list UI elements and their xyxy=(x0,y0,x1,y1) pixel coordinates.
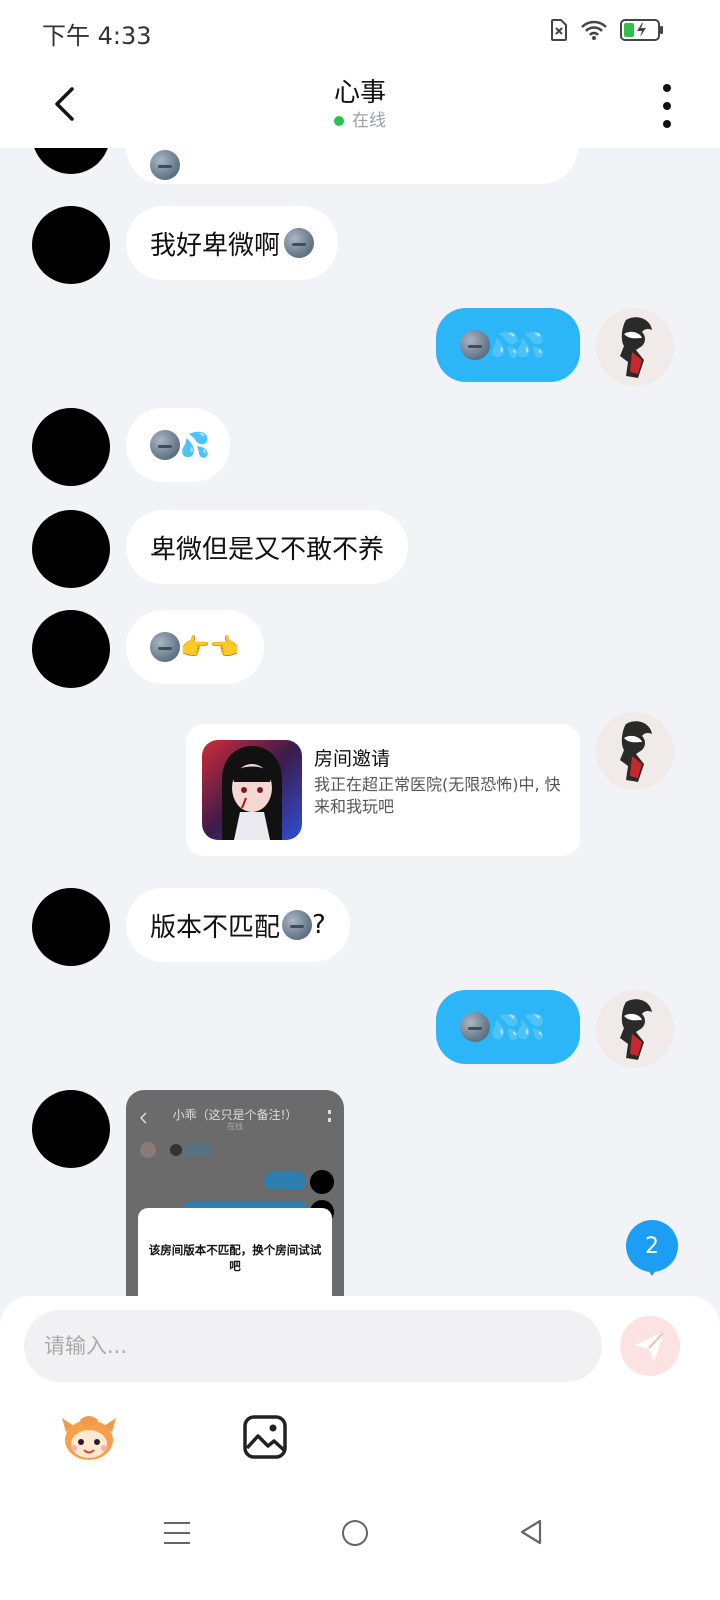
my-avatar[interactable] xyxy=(596,308,674,386)
room-invite-title: 房间邀请 xyxy=(314,748,391,770)
menu-icon[interactable] xyxy=(164,1522,190,1544)
moon-emoji xyxy=(150,632,180,662)
send-icon xyxy=(635,1332,664,1360)
game-character-image xyxy=(222,746,282,840)
home-icon[interactable] xyxy=(342,1520,368,1546)
contact-avatar[interactable] xyxy=(32,1090,110,1168)
message-bubble-right[interactable]: 💦💦 xyxy=(436,990,580,1064)
status-icons xyxy=(550,18,664,42)
battery-charging-icon xyxy=(620,19,663,41)
anime-avatar-image xyxy=(596,308,674,386)
room-invite-card[interactable]: 房间邀请 我正在超正常医院(无限恐怖)中, 快来和我玩吧 xyxy=(186,724,580,856)
screenshot-more-icon xyxy=(328,1110,334,1122)
mascot-icon xyxy=(62,1416,116,1460)
screenshot-avatar xyxy=(140,1142,156,1158)
message-input[interactable] xyxy=(24,1310,602,1382)
contact-avatar[interactable] xyxy=(32,408,110,486)
chat-header: 心事 在线 xyxy=(0,64,720,148)
message-text: 版本不匹配 xyxy=(150,912,281,943)
message-bubble-left[interactable]: 卑微但是又不敢不养 xyxy=(126,510,409,584)
more-dot xyxy=(663,120,671,128)
screenshot-drops xyxy=(184,1144,212,1156)
unread-count-badge[interactable]: 2 xyxy=(626,1220,678,1276)
message-bubble-left[interactable]: 💦 xyxy=(126,408,230,482)
sweat-drops-emoji: 💦💦 xyxy=(490,1013,546,1041)
screenshot-bubble xyxy=(264,1172,306,1190)
status-time: 下午 4:33 xyxy=(42,22,152,50)
more-dot xyxy=(663,102,671,110)
online-status: 在线 xyxy=(0,106,720,131)
sweat-drops-emoji: 💦 xyxy=(180,431,210,459)
sim-off-icon xyxy=(551,19,567,41)
pointing-hands-emoji: 👉👈 xyxy=(180,633,240,661)
my-avatar[interactable] xyxy=(596,712,674,790)
system-navigation-bar xyxy=(0,1498,720,1568)
anime-avatar-image xyxy=(596,712,674,790)
screenshot-moon xyxy=(170,1144,182,1156)
my-avatar[interactable] xyxy=(596,990,674,1068)
chat-title: 心事 xyxy=(333,78,386,108)
message-bubble-left[interactable]: 我好卑微啊 xyxy=(126,206,339,280)
wifi-icon xyxy=(581,20,607,40)
image-icon xyxy=(243,1415,287,1459)
moon-emoji xyxy=(150,430,180,460)
message-bubble-left[interactable] xyxy=(126,148,578,184)
room-invite-thumbnail xyxy=(202,740,302,840)
screenshot-avatar xyxy=(310,1170,334,1194)
unread-count: 2 xyxy=(645,1233,659,1259)
moon-emoji xyxy=(460,330,490,360)
anime-avatar-image xyxy=(596,990,674,1068)
room-invite-description: 我正在超正常医院(无限恐怖)中, 快来和我玩吧 xyxy=(314,775,561,816)
composer-panel xyxy=(0,1296,720,1600)
contact-avatar[interactable] xyxy=(32,206,110,284)
message-bubble-right[interactable]: 💦💦 xyxy=(436,308,580,382)
image-picker-button[interactable] xyxy=(242,1414,288,1460)
moon-emoji xyxy=(284,228,315,258)
contact-avatar[interactable] xyxy=(32,148,110,174)
more-vertical-icon xyxy=(663,84,671,92)
screenshot-dialog-text: 该房间版本不匹配，换个房间试试吧 xyxy=(148,1243,322,1273)
screenshot-image-message[interactable]: 小乖（这只是个备注!） 在线 该房间版本不匹配，换个房间试试吧 xyxy=(126,1090,344,1320)
online-dot xyxy=(334,116,344,126)
contact-avatar[interactable] xyxy=(32,888,110,966)
message-text: 我好卑微啊 xyxy=(150,230,281,261)
nav-back-icon[interactable] xyxy=(518,1518,544,1546)
moon-emoji xyxy=(150,150,180,180)
online-status-text: 在线 xyxy=(352,111,386,131)
contact-avatar[interactable] xyxy=(32,510,110,588)
chat-message-list[interactable]: 我好卑微啊 💦💦 💦 卑微但是又不敢不养 👉👈 房间邀请 我正在超正常医院(无限… xyxy=(0,148,720,1320)
message-bubble-left[interactable]: 版本不匹配? xyxy=(126,888,350,962)
moon-emoji xyxy=(460,1012,490,1042)
send-button[interactable] xyxy=(620,1316,680,1376)
mascot-sticker-button[interactable] xyxy=(60,1412,118,1464)
message-bubble-left[interactable]: 👉👈 xyxy=(126,610,264,684)
moon-emoji xyxy=(282,910,313,940)
screenshot-status: 在线 xyxy=(227,1122,243,1131)
status-bar: 下午 4:33 xyxy=(0,0,720,64)
message-suffix: ? xyxy=(312,910,326,940)
message-text: 卑微但是又不敢不养 xyxy=(150,534,385,565)
sweat-drops-emoji: 💦💦 xyxy=(490,331,546,359)
more-options-button[interactable] xyxy=(652,82,682,130)
contact-avatar[interactable] xyxy=(32,610,110,688)
